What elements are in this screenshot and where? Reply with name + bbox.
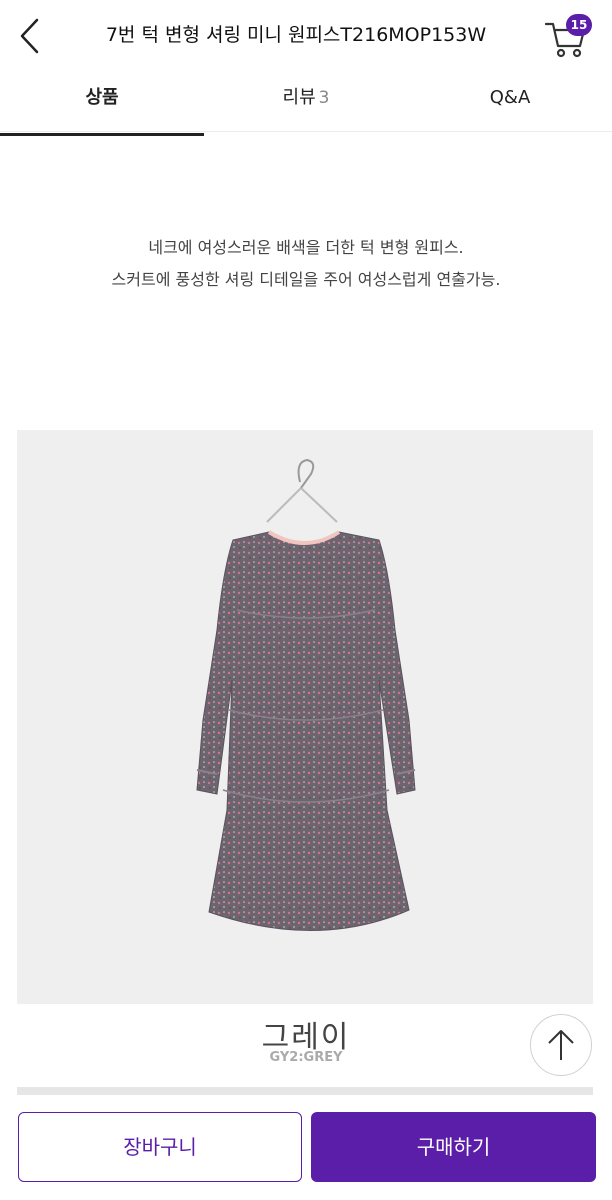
product-description: 네크에 여성스러운 배색을 더한 턱 변형 원피스. 스커트에 풍성한 셔링 디… [0,232,612,296]
add-to-cart-button[interactable]: 장바구니 [18,1112,302,1182]
color-code: GY2:GREY [269,1050,343,1065]
description-line: 스커트에 풍성한 셔링 디테일을 주어 여성스럽게 연출가능. [111,270,501,289]
review-count: 3 [318,88,330,108]
tab-product[interactable]: 상품 [0,70,204,136]
tab-label: Q&A [489,87,531,108]
scroll-to-top-button[interactable] [530,1014,592,1076]
dress-illustration [196,458,416,931]
arrow-up-icon [548,1030,574,1060]
back-button[interactable] [10,14,50,58]
chevron-left-icon [20,18,39,54]
tab-label: 리뷰 [282,87,316,108]
tab-reviews[interactable]: 리뷰 3 [204,70,408,131]
description-line: 네크에 여성스러운 배색을 더한 턱 변형 원피스. [148,238,464,257]
page-title: 7번 턱 변형 셔링 미니 원피스T216MOP153W [105,24,487,46]
buy-now-button[interactable]: 구매하기 [311,1112,596,1182]
cart-count-badge: 15 [566,14,592,36]
bottom-action-bar: 장바구니 구매하기 [0,1095,612,1200]
cart-button[interactable]: 15 [544,10,592,60]
product-image [17,430,593,1004]
tab-label: 상품 [85,87,119,108]
tab-qna[interactable]: Q&A [408,70,612,131]
tab-bar: 상품 리뷰 3 Q&A [0,70,612,136]
next-image-edge [17,1087,593,1095]
app-header: 7번 턱 변형 셔링 미니 원피스T216MOP153W 15 [0,0,612,70]
